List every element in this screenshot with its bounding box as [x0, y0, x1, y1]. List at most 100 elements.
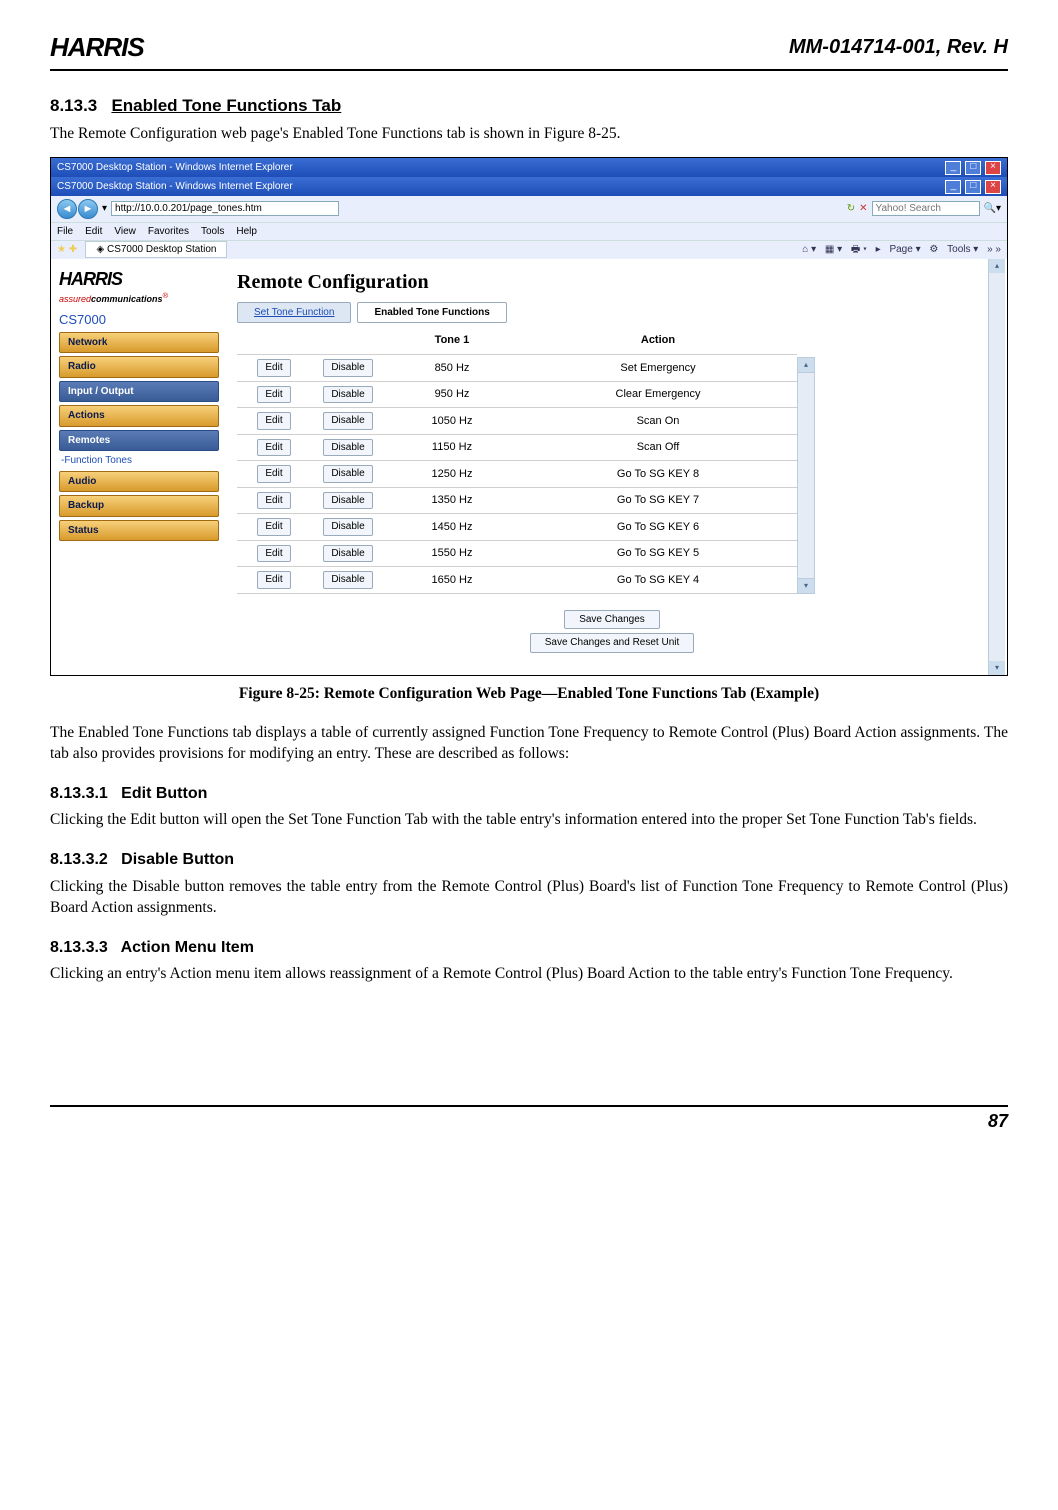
page-scroll-down-icon[interactable]: ▾	[989, 661, 1005, 675]
edit-button[interactable]: Edit	[257, 412, 290, 430]
menu-favorites[interactable]: Favorites	[148, 225, 189, 239]
page-scroll-up-icon[interactable]: ▴	[989, 259, 1005, 273]
tab-favicon-icon: ◈	[96, 244, 104, 255]
disable-button[interactable]: Disable	[323, 518, 372, 536]
print-icon[interactable]: 🖶 ▾	[851, 244, 867, 255]
action-cell[interactable]: Scan Off	[519, 434, 797, 461]
edit-button[interactable]: Edit	[257, 359, 290, 377]
document-id: MM-014714-001, Rev. H	[789, 34, 1008, 61]
edit-button[interactable]: Edit	[257, 386, 290, 404]
ie-menu-bar: File Edit View Favorites Tools Help	[51, 222, 1007, 241]
home-icon[interactable]: ⌂ ▾	[802, 244, 816, 255]
scroll-up-icon[interactable]: ▴	[798, 358, 814, 373]
action-cell[interactable]: Go To SG KEY 8	[519, 461, 797, 488]
disable-button[interactable]: Disable	[323, 412, 372, 430]
disable-button[interactable]: Disable	[323, 386, 372, 404]
sub-edit-text: Clicking the Edit button will open the S…	[50, 810, 1008, 831]
sub-disable-heading: 8.13.3.2 Disable Button	[50, 849, 1008, 871]
disable-button[interactable]: Disable	[323, 359, 372, 377]
disable-button[interactable]: Disable	[323, 439, 372, 457]
table-row: Edit Disable 950 HzClear Emergency	[237, 381, 797, 408]
tone-cell: 1650 Hz	[385, 567, 519, 594]
section-number: 8.13.3	[50, 96, 97, 115]
edit-button[interactable]: Edit	[257, 492, 290, 510]
save-reset-button[interactable]: Save Changes and Reset Unit	[530, 633, 695, 653]
edit-button[interactable]: Edit	[257, 439, 290, 457]
edit-button[interactable]: Edit	[257, 571, 290, 589]
nav-actions[interactable]: Actions	[59, 405, 219, 427]
window-title-2: CS7000 Desktop Station - Windows Interne…	[57, 180, 293, 194]
harris-logo: HARRIS	[50, 30, 144, 65]
save-buttons: Save Changes Save Changes and Reset Unit	[237, 608, 987, 655]
url-input[interactable]	[111, 201, 339, 216]
back-icon[interactable]: ◄	[57, 199, 77, 219]
disable-button[interactable]: Disable	[323, 492, 372, 510]
table-row: Edit Disable 1050 HzScan On	[237, 408, 797, 435]
page-menu[interactable]: ▸ Page ▾	[876, 244, 921, 255]
minimize-icon[interactable]: _	[945, 161, 961, 175]
action-cell[interactable]: Go To SG KEY 7	[519, 487, 797, 514]
tone-cell: 1050 Hz	[385, 408, 519, 435]
action-cell[interactable]: Scan On	[519, 408, 797, 435]
table-scrollbar[interactable]: ▴ ▾	[797, 357, 815, 593]
nav-audio[interactable]: Audio	[59, 471, 219, 493]
col-action: Action	[519, 329, 797, 354]
edit-button[interactable]: Edit	[257, 545, 290, 563]
disable-button[interactable]: Disable	[323, 465, 372, 483]
action-cell[interactable]: Go To SG KEY 6	[519, 514, 797, 541]
menu-tools[interactable]: Tools	[201, 225, 224, 239]
menu-file[interactable]: File	[57, 225, 73, 239]
sidebar-brand: HARRIS	[59, 267, 219, 291]
page-footer: 87	[50, 1105, 1008, 1133]
forward-icon[interactable]: ►	[78, 199, 98, 219]
nav-network[interactable]: Network	[59, 332, 219, 354]
menu-view[interactable]: View	[114, 225, 136, 239]
minimize-icon[interactable]: _	[945, 180, 961, 194]
action-cell[interactable]: Clear Emergency	[519, 381, 797, 408]
disable-button[interactable]: Disable	[323, 545, 372, 563]
action-cell[interactable]: Go To SG KEY 4	[519, 567, 797, 594]
search-icon[interactable]: 🔍▾	[984, 202, 1001, 216]
edit-button[interactable]: Edit	[257, 518, 290, 536]
chevron-icon[interactable]: » »	[987, 244, 1001, 255]
window-title: CS7000 Desktop Station - Windows Interne…	[57, 161, 293, 175]
nav-status[interactable]: Status	[59, 520, 219, 542]
tone-cell: 1150 Hz	[385, 434, 519, 461]
tone-table: Tone 1 Action EditDisable850 HzSet Emerg…	[237, 329, 797, 593]
sub-action-heading: 8.13.3.3 Action Menu Item	[50, 937, 1008, 959]
close-icon[interactable]: ×	[985, 161, 1001, 175]
maximize-icon[interactable]: □	[965, 180, 981, 194]
page-number: 87	[988, 1111, 1008, 1131]
menu-help[interactable]: Help	[236, 225, 257, 239]
tab-set-tone-function[interactable]: Set Tone Function	[237, 302, 351, 324]
close-icon[interactable]: ×	[985, 180, 1001, 194]
maximize-icon[interactable]: □	[965, 161, 981, 175]
action-cell[interactable]: Set Emergency	[519, 355, 797, 382]
edit-button[interactable]: Edit	[257, 465, 290, 483]
refresh-icon[interactable]: ↻	[847, 202, 855, 216]
action-cell[interactable]: Go To SG KEY 5	[519, 540, 797, 567]
page-scrollbar[interactable]: ▴ ▾	[988, 259, 1005, 675]
nav-function-tones[interactable]: -Function Tones	[61, 454, 219, 468]
nav-arrows: ◄ ►	[57, 199, 98, 219]
search-input[interactable]	[872, 201, 980, 216]
nav-radio[interactable]: Radio	[59, 356, 219, 378]
sidebar-tagline: assuredcommunications®	[59, 291, 219, 305]
menu-edit[interactable]: Edit	[85, 225, 102, 239]
intro-paragraph: The Remote Configuration web page's Enab…	[50, 124, 1008, 145]
tools-menu[interactable]: ⚙ Tools ▾	[929, 244, 978, 255]
browser-tab[interactable]: ◈ CS7000 Desktop Station	[85, 241, 227, 258]
disable-button[interactable]: Disable	[323, 571, 372, 589]
feeds-icon[interactable]: ▦ ▾	[825, 244, 842, 255]
favorites-star-icon[interactable]: ★	[57, 244, 66, 255]
nav-backup[interactable]: Backup	[59, 495, 219, 517]
nav-input-output[interactable]: Input / Output	[59, 381, 219, 403]
tone-cell: 950 Hz	[385, 381, 519, 408]
tab-enabled-tone-functions[interactable]: Enabled Tone Functions	[357, 302, 506, 324]
stop-icon[interactable]: ✕	[859, 202, 867, 216]
nav-remotes[interactable]: Remotes	[59, 430, 219, 452]
dropdown-icon[interactable]: ▾	[102, 202, 107, 216]
save-changes-button[interactable]: Save Changes	[564, 610, 660, 630]
add-favorite-icon[interactable]: ✚	[69, 244, 77, 255]
scroll-down-icon[interactable]: ▾	[798, 578, 814, 593]
